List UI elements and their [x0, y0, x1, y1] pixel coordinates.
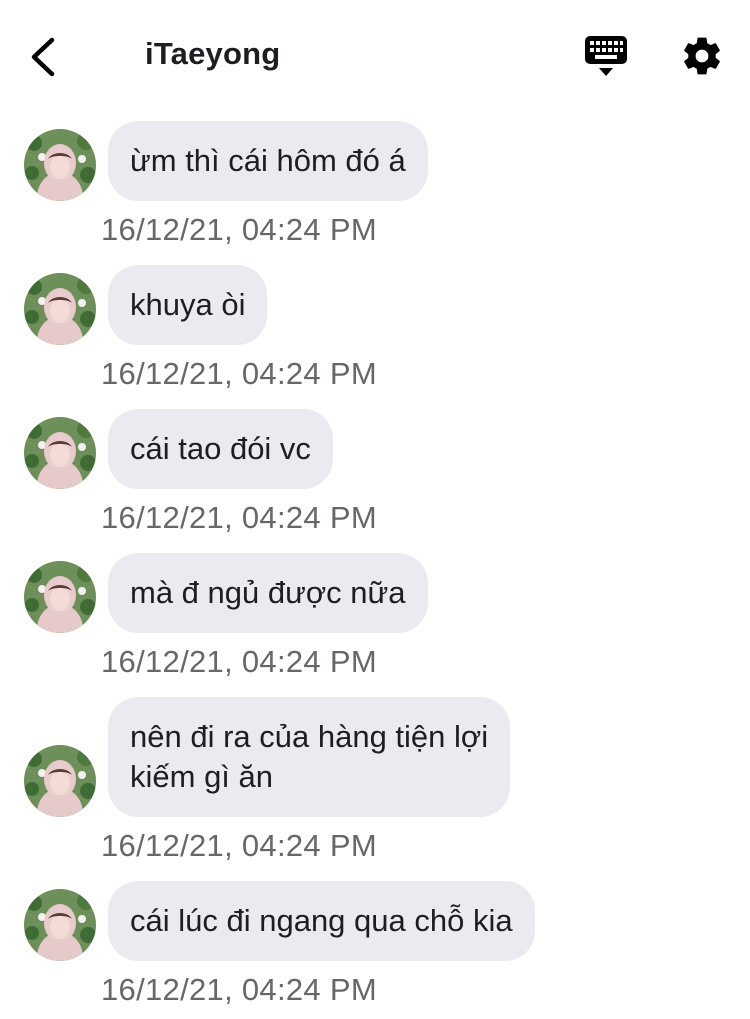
message-text: nên đi ra của hàng tiện lợi kiếm gì ăn	[130, 719, 489, 794]
avatar[interactable]	[24, 561, 96, 633]
message-text: cái tao đói vc	[130, 431, 311, 466]
avatar[interactable]	[24, 129, 96, 201]
message-timestamp: 16/12/21, 04:24 PM	[101, 212, 377, 247]
message-timestamp: 16/12/21, 04:24 PM	[101, 356, 377, 391]
avatar-image	[24, 889, 96, 961]
gear-icon	[684, 37, 720, 75]
keyboard-icon	[585, 36, 627, 76]
keyboard-button[interactable]	[582, 34, 630, 80]
avatar[interactable]	[24, 273, 96, 345]
message-timestamp: 16/12/21, 04:24 PM	[101, 500, 377, 535]
avatar-image	[24, 745, 96, 817]
message-text: ừm thì cái hôm đó á	[130, 143, 406, 178]
message-timestamp: 16/12/21, 04:24 PM	[101, 828, 377, 863]
message-bubble[interactable]: cái lúc đi ngang qua chỗ kia	[108, 881, 535, 961]
message-timestamp: 16/12/21, 04:24 PM	[101, 644, 377, 679]
chevron-left-icon	[31, 37, 55, 77]
message-text: cái lúc đi ngang qua chỗ kia	[130, 903, 513, 938]
avatar-image	[24, 129, 96, 201]
message-text: khuya òi	[130, 287, 246, 322]
settings-button[interactable]	[680, 34, 724, 78]
message-text: mà đ ngủ được nữa	[130, 575, 406, 610]
message-bubble[interactable]: mà đ ngủ được nữa	[108, 553, 428, 633]
avatar[interactable]	[24, 417, 96, 489]
avatar-image	[24, 561, 96, 633]
avatar-image	[24, 417, 96, 489]
back-button[interactable]	[22, 30, 70, 84]
avatar[interactable]	[24, 889, 96, 961]
chat-title: iTaeyong	[145, 36, 281, 71]
message-bubble[interactable]: ừm thì cái hôm đó á	[108, 121, 428, 201]
avatar-image	[24, 273, 96, 345]
avatar[interactable]	[24, 745, 96, 817]
message-bubble[interactable]: nên đi ra của hàng tiện lợi kiếm gì ăn	[108, 697, 511, 817]
message-bubble[interactable]: khuya òi	[108, 265, 268, 345]
chat-header: iTaeyong	[0, 0, 750, 112]
message-bubble[interactable]: cái tao đói vc	[108, 409, 333, 489]
message-timestamp: 16/12/21, 04:24 PM	[101, 972, 377, 1007]
